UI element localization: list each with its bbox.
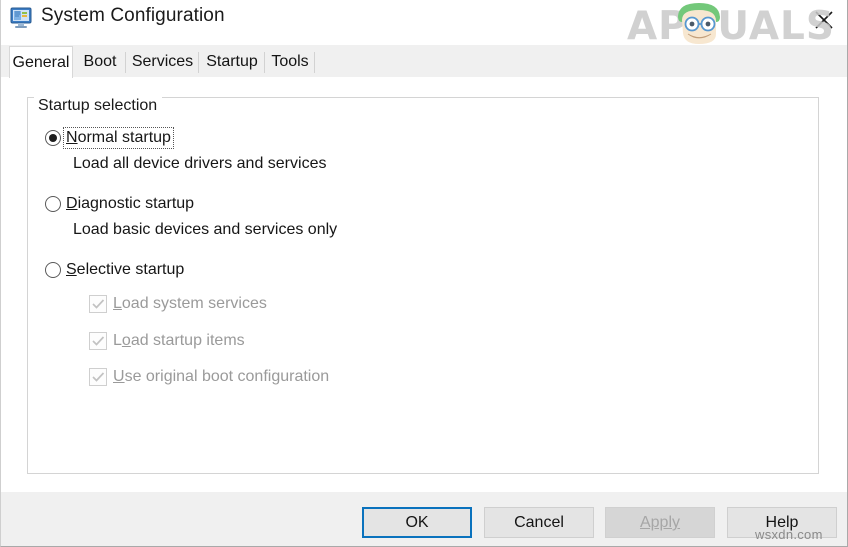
radio-normal-startup-accesskey: N bbox=[66, 129, 78, 146]
system-configuration-window: System Configuration APPUALS bbox=[0, 0, 848, 547]
tab-services-label: Services bbox=[132, 53, 193, 70]
radio-normal-startup[interactable]: Normal startup bbox=[45, 128, 173, 148]
checkbox-load-system-services-accesskey: L bbox=[113, 295, 122, 312]
tab-startup[interactable]: Startup bbox=[199, 48, 265, 78]
apply-button-label: Apply bbox=[640, 514, 680, 531]
checkbox-use-original-boot-configuration: Use original boot configuration bbox=[89, 368, 329, 386]
radio-normal-startup-indicator[interactable] bbox=[45, 130, 61, 146]
checkbox-load-startup-items: Load startup items bbox=[89, 332, 245, 350]
checkbox-load-startup-items-indicator bbox=[89, 332, 107, 350]
close-icon[interactable] bbox=[806, 2, 842, 34]
checkbox-use-original-boot-configuration-label-rest: se original boot configuration bbox=[125, 368, 330, 385]
dialog-button-bar: OK Cancel Apply Help bbox=[0, 492, 848, 547]
tab-tools[interactable]: Tools bbox=[265, 48, 315, 78]
startup-selection-groupbox bbox=[27, 97, 819, 474]
tab-general-label: General bbox=[13, 54, 70, 71]
radio-diagnostic-startup[interactable]: Diagnostic startup bbox=[45, 194, 196, 214]
radio-diagnostic-startup-label: Diagnostic startup bbox=[64, 194, 196, 214]
tab-boot[interactable]: Boot bbox=[74, 48, 126, 78]
radio-diagnostic-startup-label-rest: iagnostic startup bbox=[78, 195, 195, 212]
radio-normal-startup-description: Load all device drivers and services bbox=[73, 155, 326, 173]
wsxdn-watermark: wsxdn.com bbox=[755, 527, 823, 542]
radio-selective-startup-label: Selective startup bbox=[64, 260, 186, 280]
checkbox-load-startup-items-label: Load startup items bbox=[113, 332, 245, 350]
radio-diagnostic-startup-indicator[interactable] bbox=[45, 196, 61, 212]
radio-selective-startup-accesskey: S bbox=[66, 261, 77, 278]
ok-button[interactable]: OK bbox=[362, 507, 472, 538]
checkbox-load-startup-items-accesskey: o bbox=[122, 332, 131, 349]
checkbox-use-original-boot-configuration-label: Use original boot configuration bbox=[113, 368, 329, 386]
appuals-mascot-icon bbox=[670, 0, 728, 48]
tab-services[interactable]: Services bbox=[126, 48, 199, 78]
radio-normal-startup-label: Normal startup bbox=[64, 128, 173, 148]
radio-diagnostic-startup-description: Load basic devices and services only bbox=[73, 221, 337, 239]
startup-selection-label: Startup selection bbox=[34, 97, 162, 115]
tab-tools-label: Tools bbox=[271, 53, 308, 70]
radio-diagnostic-startup-accesskey: D bbox=[66, 195, 78, 212]
cancel-button[interactable]: Cancel bbox=[484, 507, 594, 538]
appuals-watermark-text: APPUALS bbox=[627, 4, 835, 49]
tab-general[interactable]: General bbox=[9, 46, 73, 78]
radio-selective-startup[interactable]: Selective startup bbox=[45, 260, 186, 280]
checkbox-use-original-boot-configuration-indicator bbox=[89, 368, 107, 386]
title-bar: System Configuration APPUALS bbox=[0, 0, 848, 45]
tab-separator bbox=[314, 52, 315, 73]
radio-normal-startup-label-rest: ormal startup bbox=[78, 129, 171, 146]
checkbox-load-startup-items-label-pre: L bbox=[113, 332, 122, 349]
checkbox-load-system-services: Load system services bbox=[89, 295, 267, 313]
tab-startup-label: Startup bbox=[206, 53, 258, 70]
system-configuration-monitor-icon bbox=[10, 7, 34, 29]
radio-selective-startup-indicator[interactable] bbox=[45, 262, 61, 278]
checkbox-load-system-services-indicator bbox=[89, 295, 107, 313]
window-title: System Configuration bbox=[41, 5, 225, 27]
checkbox-load-system-services-label-rest: oad system services bbox=[122, 295, 267, 312]
tab-boot-label: Boot bbox=[84, 53, 117, 70]
checkbox-use-original-boot-configuration-accesskey: U bbox=[113, 368, 125, 385]
radio-selective-startup-label-rest: elective startup bbox=[77, 261, 185, 278]
checkbox-load-system-services-label: Load system services bbox=[113, 295, 267, 313]
apply-button: Apply bbox=[605, 507, 715, 538]
checkbox-load-startup-items-label-rest: ad startup items bbox=[131, 332, 245, 349]
tab-strip: General Boot Services Startup Tools bbox=[0, 45, 848, 79]
